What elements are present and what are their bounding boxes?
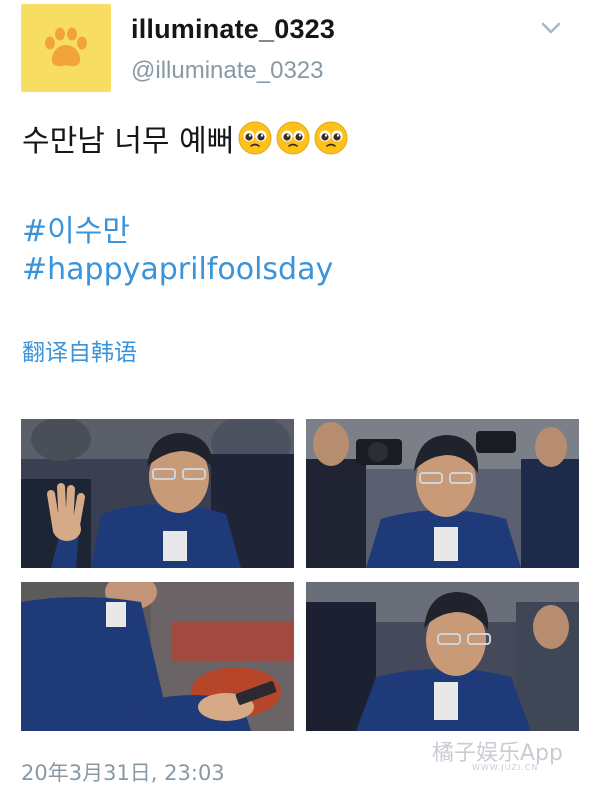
pleading-face-emoji — [276, 121, 310, 155]
translate-tweet-link[interactable]: 翻译自韩语 — [22, 333, 137, 367]
avatar[interactable] — [21, 4, 111, 92]
paw-icon — [45, 27, 87, 67]
tweet-timestamp[interactable]: 20年3月31日, 23:03 — [21, 757, 225, 787]
photo-holding-phone[interactable] — [21, 582, 294, 731]
tweet-text-content: 수만남 너무 예뻐 — [22, 124, 235, 159]
hashtag-link[interactable]: #이수만 — [22, 206, 130, 250]
display-name[interactable]: illuminate_0323 — [131, 14, 335, 45]
watermark-subtext: WWW.JUZI.CN — [472, 763, 539, 772]
photo-smiling-down[interactable] — [306, 582, 579, 731]
pleading-face-emoji — [314, 121, 348, 155]
pleading-face-emoji — [238, 121, 272, 155]
photo-crowd-cameras[interactable] — [306, 419, 579, 568]
watermark: 橘子娱乐App WWW.JUZI.CN — [432, 735, 592, 781]
chevron-down-icon[interactable] — [538, 18, 564, 38]
user-handle[interactable]: @illuminate_0323 — [131, 57, 323, 85]
tweet-text: 수만남 너무 예뻐 — [22, 115, 352, 161]
hashtag-link[interactable]: #happyaprilfoolsday — [22, 252, 333, 287]
emoji-row — [238, 121, 352, 155]
photo-waving[interactable] — [21, 419, 294, 568]
